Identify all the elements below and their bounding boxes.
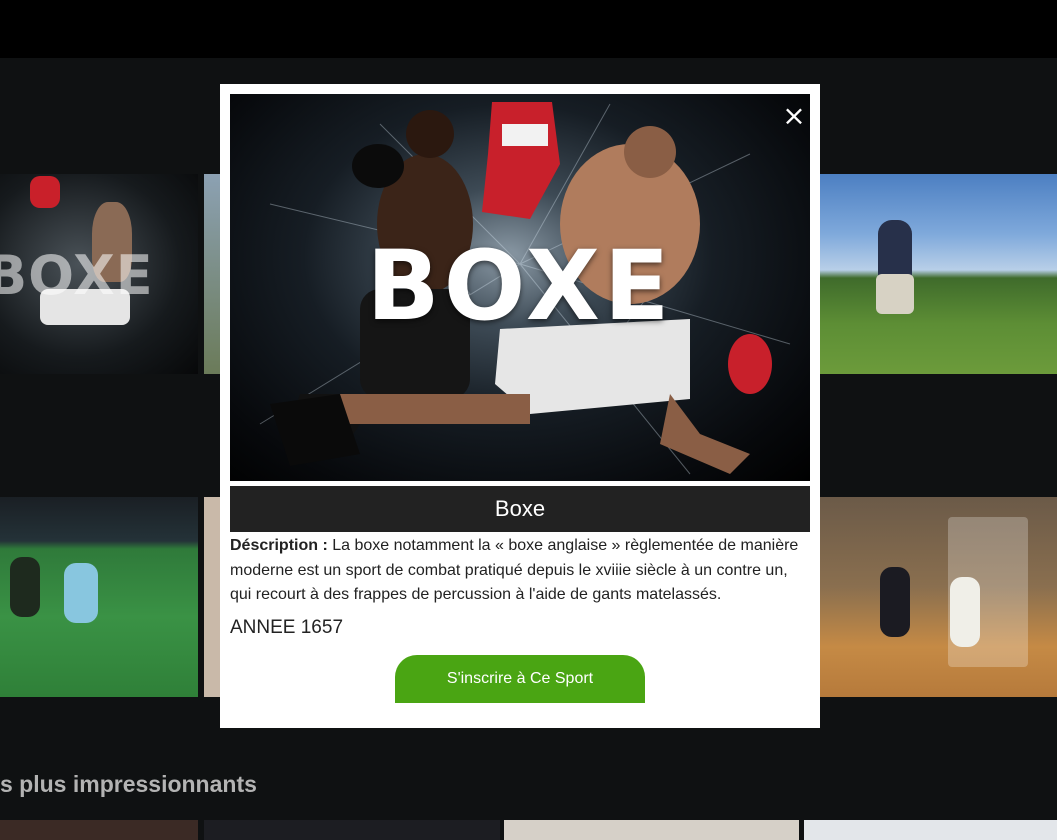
top-nav-bar [0, 0, 1057, 58]
player-figure [950, 577, 980, 647]
sport-detail-modal: BOXE × Boxe Déscription : La boxe notamm… [220, 84, 820, 728]
modal-title: Boxe [230, 486, 810, 532]
sport-tile-boxe[interactable]: BOXE [0, 174, 198, 374]
sport-tile[interactable] [0, 820, 198, 840]
section-title: s plus impressionnants [0, 771, 257, 797]
sport-tile[interactable] [204, 820, 500, 840]
player-figure [10, 557, 40, 617]
subscribe-sport-button[interactable]: S'inscrire à Ce Sport [395, 655, 645, 703]
sport-tile-volleyball[interactable] [820, 497, 1057, 697]
description-label: Déscription : [230, 537, 328, 554]
player-figure [880, 567, 910, 637]
tile-title-word: BOXE [0, 244, 154, 307]
glove-image [30, 176, 60, 208]
sport-tile-golf[interactable] [820, 174, 1057, 374]
sport-year: ANNEE 1657 [230, 617, 344, 638]
sport-tile[interactable] [804, 820, 1057, 840]
player-figure [64, 563, 98, 623]
golfer-figure [878, 220, 912, 280]
close-icon[interactable]: × [778, 100, 810, 132]
sport-tile-hockey[interactable] [0, 497, 198, 697]
hero-title-word: BOXE [366, 230, 674, 342]
sport-description: Déscription : La boxe notamment la « box… [230, 534, 810, 608]
sport-tile[interactable] [504, 820, 799, 840]
golfer-pants [876, 274, 914, 314]
hero-image: BOXE × [230, 94, 810, 481]
